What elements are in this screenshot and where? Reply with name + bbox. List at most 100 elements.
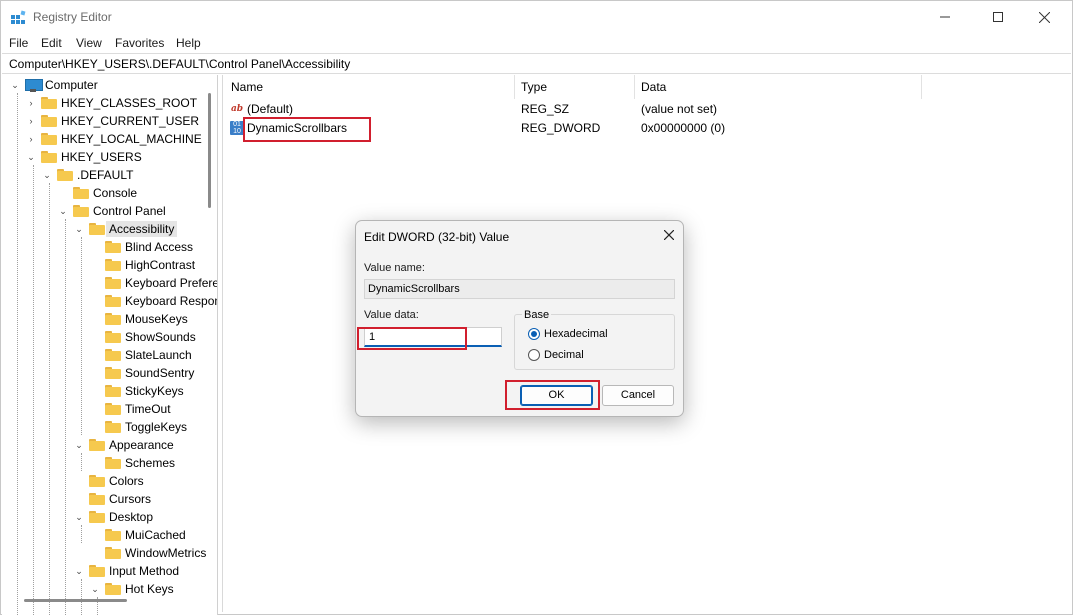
maximize-button[interactable] <box>975 1 1021 33</box>
tree-vertical-scrollbar[interactable] <box>208 93 211 208</box>
tree-item-cursors[interactable]: Cursors <box>73 490 151 508</box>
computer-icon <box>25 78 43 92</box>
tree-item-control-panel[interactable]: ⌄ Control Panel <box>57 202 166 220</box>
tree-item-desktop[interactable]: ⌄ Desktop <box>73 508 153 526</box>
hexadecimal-label[interactable]: Hexadecimal <box>544 328 608 340</box>
value-name-label: Value name: <box>364 262 425 274</box>
folder-icon <box>105 421 121 433</box>
maximize-icon <box>993 12 1003 22</box>
column-divider[interactable] <box>634 75 635 99</box>
tree-item-keyboard-preference[interactable]: Keyboard Preference <box>89 274 217 292</box>
edit-dword-dialog: Edit DWORD (32-bit) Value Value name: Dy… <box>355 220 684 417</box>
folder-icon <box>105 457 121 469</box>
tree-item-timeout[interactable]: TimeOut <box>89 400 171 418</box>
chevron-down-icon[interactable]: ⌄ <box>9 79 21 91</box>
folder-icon <box>105 313 121 325</box>
folder-icon <box>105 583 121 595</box>
value-name: DynamicScrollbars <box>247 121 348 135</box>
folder-icon <box>89 223 105 235</box>
tree-item-muicached[interactable]: MuiCached <box>89 526 186 544</box>
folder-icon <box>105 295 121 307</box>
folder-icon <box>105 547 121 559</box>
tree-item-appearance[interactable]: ⌄ Appearance <box>73 436 174 454</box>
chevron-down-icon[interactable]: ⌄ <box>73 439 85 451</box>
close-button[interactable] <box>1021 1 1067 33</box>
base-group <box>514 314 675 370</box>
chevron-right-icon[interactable]: › <box>25 97 37 109</box>
folder-icon <box>105 385 121 397</box>
value-name: (Default) <box>247 102 294 116</box>
tree-item-blind-access[interactable]: Blind Access <box>89 238 193 256</box>
tree-item-console[interactable]: Console <box>57 184 137 202</box>
column-divider[interactable] <box>514 75 515 99</box>
hexadecimal-radio[interactable] <box>528 328 540 340</box>
folder-icon <box>89 565 105 577</box>
tree-item-schemes[interactable]: Schemes <box>89 454 175 472</box>
tree-item-mousekeys[interactable]: MouseKeys <box>89 310 188 328</box>
title-bar: Registry Editor <box>1 1 1072 33</box>
tree-item-slatelaunch[interactable]: SlateLaunch <box>89 346 192 364</box>
chevron-down-icon[interactable]: ⌄ <box>41 169 53 181</box>
folder-icon <box>89 439 105 451</box>
tree-item-computer[interactable]: ⌄ Computer <box>9 76 97 94</box>
minimize-button[interactable] <box>922 1 968 33</box>
decimal-radio[interactable] <box>528 349 540 361</box>
cancel-button[interactable]: Cancel <box>602 385 674 406</box>
chevron-right-icon[interactable]: › <box>25 115 37 127</box>
menu-edit[interactable]: Edit <box>41 36 62 50</box>
menu-view[interactable]: View <box>76 36 102 50</box>
column-header-data[interactable]: Data <box>641 75 666 99</box>
tree-item-togglekeys[interactable]: ToggleKeys <box>89 418 187 436</box>
value-data-input[interactable]: 1 <box>364 327 502 347</box>
chevron-down-icon[interactable]: ⌄ <box>57 205 69 217</box>
tree-item-stickykeys[interactable]: StickyKeys <box>89 382 184 400</box>
menu-help[interactable]: Help <box>176 36 201 50</box>
tree-item-hkcu[interactable]: › HKEY_CURRENT_USER <box>25 112 200 130</box>
value-row-default[interactable]: ab (Default) REG_SZ (value not set) <box>223 100 1063 118</box>
folder-icon <box>105 529 121 541</box>
menu-favorites[interactable]: Favorites <box>115 36 164 50</box>
window-title: Registry Editor <box>33 10 112 24</box>
value-type: REG_SZ <box>521 102 570 116</box>
value-row-dynamicscrollbars[interactable]: 01 10 DynamicScrollbars REG_DWORD 0x00000… <box>223 119 1063 137</box>
folder-icon <box>41 151 57 163</box>
column-header-type[interactable]: Type <box>521 75 547 99</box>
registry-tree[interactable]: ⌄ Computer › HKEY_CLASSES_ROOT › HKEY_CU… <box>2 75 218 615</box>
tree-item-hklm[interactable]: › HKEY_LOCAL_MACHINE <box>25 130 202 148</box>
tree-item-highcontrast[interactable]: HighContrast <box>89 256 195 274</box>
tree-item-soundsentry[interactable]: SoundSentry <box>89 364 194 382</box>
folder-icon <box>89 493 105 505</box>
decimal-label[interactable]: Decimal <box>544 349 584 361</box>
menu-file[interactable]: File <box>9 36 28 50</box>
tree-item-hkcr[interactable]: › HKEY_CLASSES_ROOT <box>25 94 198 112</box>
chevron-down-icon[interactable]: ⌄ <box>73 565 85 577</box>
tree-item-colors[interactable]: Colors <box>73 472 144 490</box>
column-divider[interactable] <box>921 75 922 99</box>
tree-item-hot-keys[interactable]: ⌄ Hot Keys <box>89 580 173 598</box>
address-bar[interactable]: Computer\HKEY_USERS\.DEFAULT\Control Pan… <box>2 53 1071 74</box>
chevron-down-icon[interactable]: ⌄ <box>89 583 101 595</box>
tree-item-keyboard-response[interactable]: Keyboard Response <box>89 292 217 310</box>
tree-item-default[interactable]: ⌄ .DEFAULT <box>41 166 133 184</box>
ok-button[interactable]: OK <box>520 385 593 406</box>
chevron-right-icon[interactable]: › <box>25 133 37 145</box>
tree-item-windowmetrics[interactable]: WindowMetrics <box>89 544 206 562</box>
minimize-icon <box>940 16 950 18</box>
folder-icon <box>105 259 121 271</box>
address-path[interactable]: Computer\HKEY_USERS\.DEFAULT\Control Pan… <box>9 57 350 71</box>
column-header-name[interactable]: Name <box>231 75 263 99</box>
chevron-down-icon[interactable]: ⌄ <box>73 223 85 235</box>
tree-item-input-method[interactable]: ⌄ Input Method <box>73 562 179 580</box>
folder-icon <box>105 331 121 343</box>
tree-item-accessibility[interactable]: ⌄ Accessibility <box>73 220 178 238</box>
tree-horizontal-scrollbar[interactable] <box>24 599 127 602</box>
close-icon <box>1038 11 1050 23</box>
chevron-down-icon[interactable]: ⌄ <box>73 511 85 523</box>
tree-item-showsounds[interactable]: ShowSounds <box>89 328 196 346</box>
chevron-down-icon[interactable]: ⌄ <box>25 151 37 163</box>
value-data: (value not set) <box>641 102 718 116</box>
dialog-close-button[interactable] <box>660 227 678 245</box>
folder-icon <box>73 187 89 199</box>
folder-icon <box>41 97 57 109</box>
tree-item-hku[interactable]: ⌄ HKEY_USERS <box>25 148 141 166</box>
